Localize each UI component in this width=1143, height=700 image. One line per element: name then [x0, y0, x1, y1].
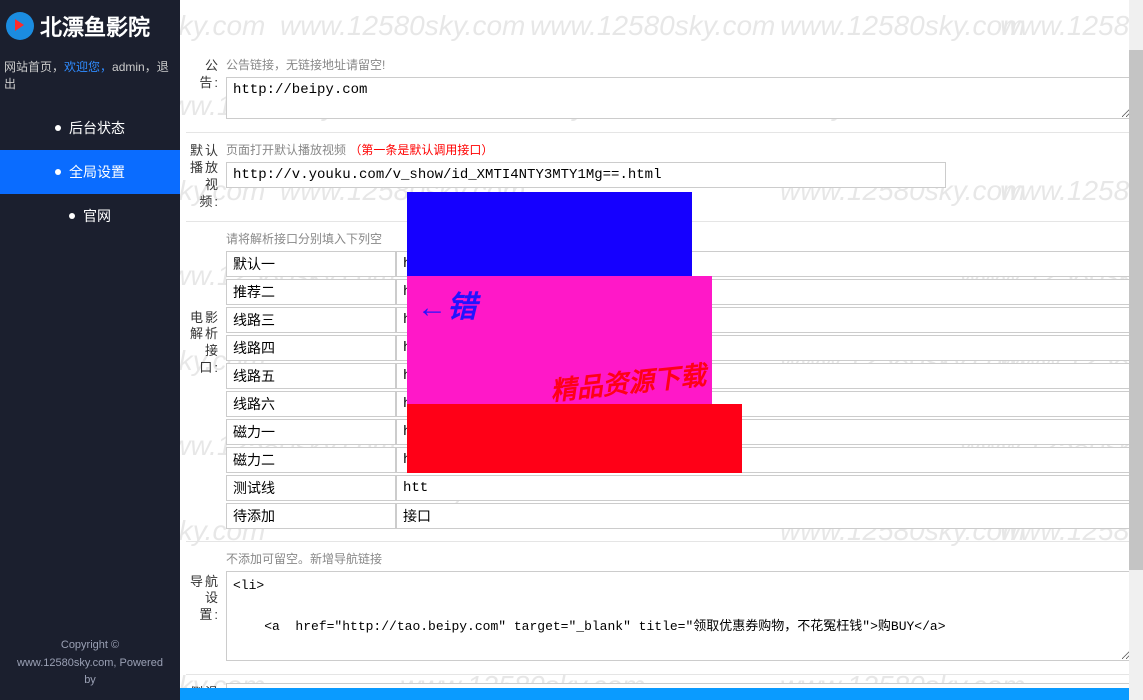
nav-setting-input[interactable]	[226, 571, 1131, 661]
nav-setting-label: 导航设置:	[186, 550, 220, 664]
bullet-icon	[69, 213, 75, 219]
bullet-icon	[55, 169, 61, 175]
parse-name-6[interactable]	[226, 419, 396, 445]
announce-input[interactable]	[226, 77, 1131, 119]
overlay-scribble-1: ←错	[417, 282, 477, 326]
breadcrumb-welcome: 欢迎您，	[64, 60, 112, 74]
footer-site: www.12580sky.com, Powered	[6, 655, 174, 673]
overlay-magenta-block: ←错 精品资源下载	[407, 276, 712, 404]
overlay-scribble-2: 精品资源下载	[548, 355, 707, 408]
breadcrumb-home[interactable]: 网站首页，	[4, 60, 64, 74]
nav-item-global-settings[interactable]: 全局设置	[0, 150, 180, 194]
footer-by: by	[6, 672, 174, 690]
parse-name-2[interactable]	[226, 307, 396, 333]
announce-label: 公告:	[186, 56, 220, 122]
breadcrumb: 网站首页，欢迎您，admin，退出	[0, 52, 180, 106]
nav-label: 官网	[83, 206, 111, 226]
bullet-icon	[55, 125, 61, 131]
parse-name-3[interactable]	[226, 335, 396, 361]
nav-setting-help: 不添加可留空。新增导航链接	[226, 550, 1131, 567]
footer-copyright: Copyright ©	[6, 637, 174, 655]
parse-name-7[interactable]	[226, 447, 396, 473]
default-video-input[interactable]	[226, 162, 946, 188]
overlay-red-block	[407, 404, 742, 473]
nav-label: 后台状态	[69, 118, 125, 138]
logo: 北漂鱼影院	[0, 0, 180, 52]
footer: Copyright © www.12580sky.com, Powered by	[0, 637, 180, 690]
parse-url-8[interactable]	[396, 475, 1131, 501]
parse-label: 电影解析接口:	[186, 230, 220, 531]
censor-overlay: ←错 精品资源下载	[407, 192, 742, 473]
default-video-help: 页面打开默认播放视频 （第一条是默认调用接口）	[226, 141, 1131, 158]
parse-name-8[interactable]	[226, 475, 396, 501]
parse-name-0[interactable]	[226, 251, 396, 277]
nav-item-official-site[interactable]: 官网	[0, 194, 180, 238]
nav-label: 全局设置	[69, 162, 125, 182]
logo-icon	[6, 12, 34, 40]
overlay-blue-block	[407, 192, 692, 276]
sidebar: 北漂鱼影院 网站首页，欢迎您，admin，退出 后台状态 全局设置 官网 Cop…	[0, 0, 180, 700]
parse-name-9[interactable]	[226, 503, 396, 529]
logo-text: 北漂鱼影院	[40, 10, 150, 42]
announce-help: 公告链接，无链接地址请留空!	[226, 56, 1131, 73]
parse-url-9[interactable]	[396, 503, 1131, 529]
breadcrumb-user[interactable]: admin，	[112, 60, 157, 74]
parse-name-4[interactable]	[226, 363, 396, 389]
bottom-progress-bar	[180, 688, 1143, 700]
nav-item-status[interactable]: 后台状态	[0, 106, 180, 150]
parse-name-5[interactable]	[226, 391, 396, 417]
default-video-label: 默认播放视频:	[186, 141, 220, 211]
parse-name-1[interactable]	[226, 279, 396, 305]
scroll-thumb[interactable]	[1129, 50, 1143, 570]
vertical-scrollbar[interactable]	[1129, 0, 1143, 700]
